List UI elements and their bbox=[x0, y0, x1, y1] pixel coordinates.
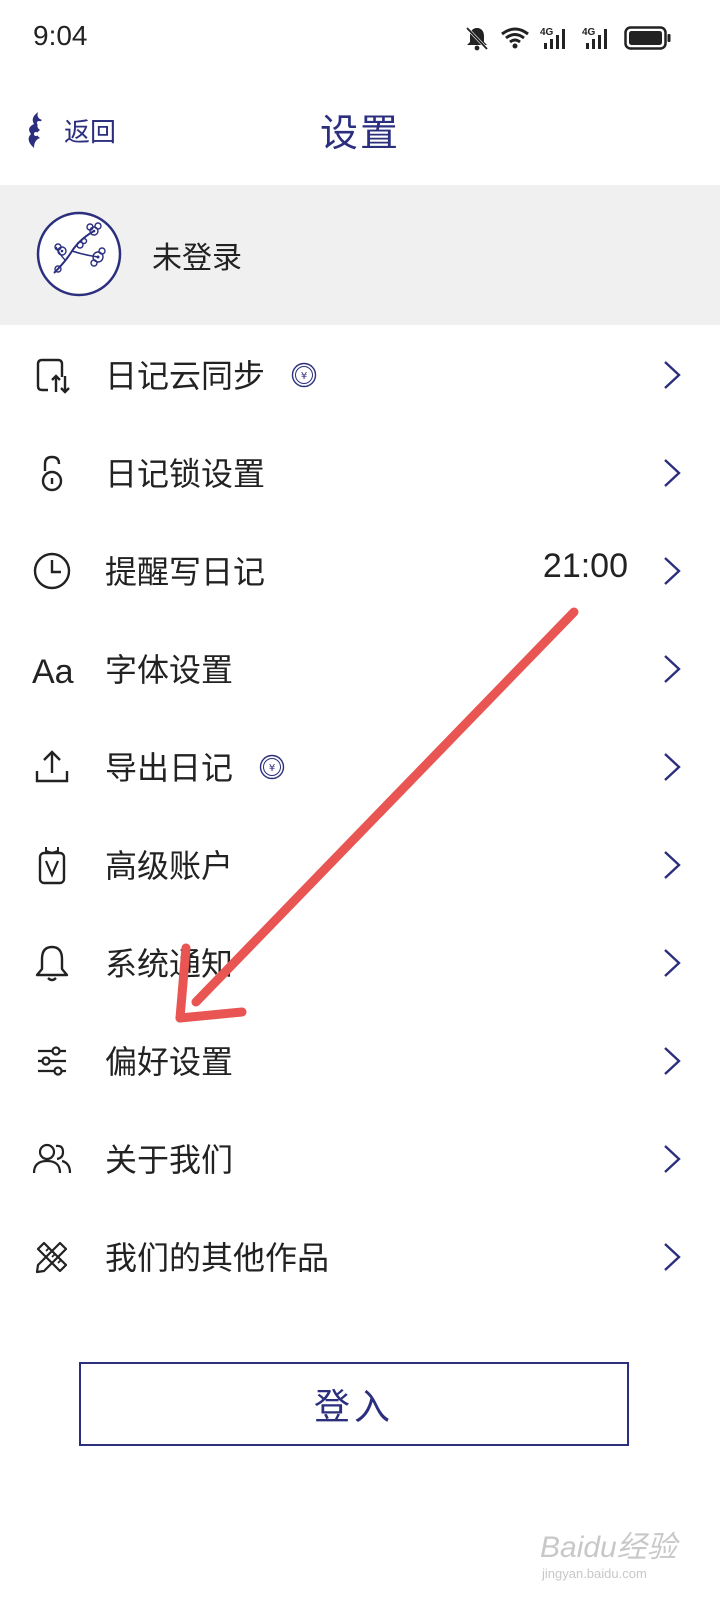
chevron-right-icon bbox=[664, 361, 681, 389]
login-label: 登入 bbox=[313, 1387, 394, 1428]
svg-text:¥: ¥ bbox=[301, 371, 307, 382]
menu-item-label: 我们的其他作品 bbox=[105, 1239, 330, 1277]
watermark: Baidu经验 jingyan.baidu.com bbox=[540, 1518, 680, 1588]
bell-muted-icon bbox=[465, 26, 489, 51]
nav-bar: 返回 设置 bbox=[0, 80, 720, 180]
signal-4g-icon: 4G bbox=[582, 27, 607, 49]
page-title: 设置 bbox=[319, 111, 400, 155]
premium-icon bbox=[38, 847, 66, 885]
menu-item-label: 字体设置 bbox=[105, 651, 234, 689]
menu-item-cloud-sync[interactable]: 日记云同步 ¥ bbox=[0, 325, 720, 423]
export-icon bbox=[35, 750, 69, 783]
svg-text:Aa: Aa bbox=[32, 653, 74, 689]
cloud-sync-icon bbox=[36, 358, 70, 394]
menu-item-notifications[interactable]: 系统通知 bbox=[0, 913, 720, 1011]
svg-text:4G: 4G bbox=[582, 27, 596, 38]
chevron-right-icon bbox=[664, 753, 681, 781]
status-icons: 4G 4G bbox=[464, 22, 672, 54]
menu-item-label: 日记云同步 ¥ bbox=[105, 351, 317, 397]
chevron-right-icon bbox=[664, 655, 681, 683]
chevron-right-icon bbox=[664, 557, 681, 585]
clock-icon bbox=[33, 552, 71, 590]
battery-icon bbox=[624, 26, 671, 50]
pencil-ruler-icon bbox=[35, 1241, 68, 1274]
watermark-text: Baidu经验 bbox=[540, 1531, 677, 1564]
chevron-right-icon bbox=[664, 851, 681, 879]
chevron-right-icon bbox=[664, 1047, 681, 1075]
users-icon bbox=[32, 1143, 72, 1174]
sliders-icon bbox=[38, 1046, 66, 1076]
menu-item-export[interactable]: 导出日记 ¥ bbox=[0, 717, 720, 815]
menu-item-label: 偏好设置 bbox=[105, 1043, 234, 1081]
menu-item-about-us[interactable]: 关于我们 bbox=[0, 1109, 720, 1207]
menu-item-label: 高级账户 bbox=[105, 847, 234, 885]
chevron-right-icon bbox=[664, 1243, 681, 1271]
signal-4g-icon: 4G bbox=[540, 27, 565, 49]
menu-item-label: 系统通知 bbox=[105, 945, 234, 983]
wifi-icon bbox=[501, 27, 529, 49]
menu-item-premium[interactable]: 高级账户 bbox=[0, 815, 720, 913]
menu-item-diary-lock[interactable]: 日记锁设置 bbox=[0, 423, 720, 521]
menu-list: 日记云同步 ¥ 日记锁设置 提醒写日记 21:00 Aa 字体设置 导出日记 ¥… bbox=[0, 325, 720, 1305]
status-time: 9:04 bbox=[33, 20, 88, 51]
menu-item-reminder[interactable]: 提醒写日记 21:00 bbox=[0, 521, 720, 619]
font-icon: Aa bbox=[32, 653, 74, 689]
chevron-right-icon bbox=[664, 1145, 681, 1173]
status-bar: 9:04 4G 4G bbox=[0, 0, 720, 78]
svg-text:4G: 4G bbox=[540, 27, 554, 38]
bell-icon bbox=[35, 945, 69, 982]
menu-item-label: 关于我们 bbox=[105, 1141, 234, 1179]
profile-card[interactable]: 未登录 bbox=[0, 185, 720, 325]
chevron-right-icon bbox=[664, 949, 681, 977]
lock-icon bbox=[41, 455, 63, 492]
avatar bbox=[36, 211, 122, 297]
chevron-right-icon bbox=[664, 459, 681, 487]
profile-name: 未登录 bbox=[152, 241, 242, 276]
login-button[interactable]: 登入 bbox=[79, 1362, 629, 1446]
menu-item-preferences[interactable]: 偏好设置 bbox=[0, 1011, 720, 1109]
reminder-time-value: 21:00 bbox=[542, 547, 628, 585]
menu-item-label: 提醒写日记 bbox=[105, 553, 266, 591]
coin-icon: ¥ bbox=[291, 362, 317, 388]
coin-icon: ¥ bbox=[259, 754, 285, 780]
watermark-sub: jingyan.baidu.com bbox=[542, 1566, 647, 1581]
menu-item-label: 导出日记 ¥ bbox=[105, 743, 285, 789]
menu-item-label: 日记锁设置 bbox=[105, 455, 266, 493]
svg-text:¥: ¥ bbox=[269, 763, 275, 774]
menu-item-font[interactable]: Aa 字体设置 bbox=[0, 619, 720, 717]
menu-item-other-works[interactable]: 我们的其他作品 bbox=[0, 1207, 720, 1305]
